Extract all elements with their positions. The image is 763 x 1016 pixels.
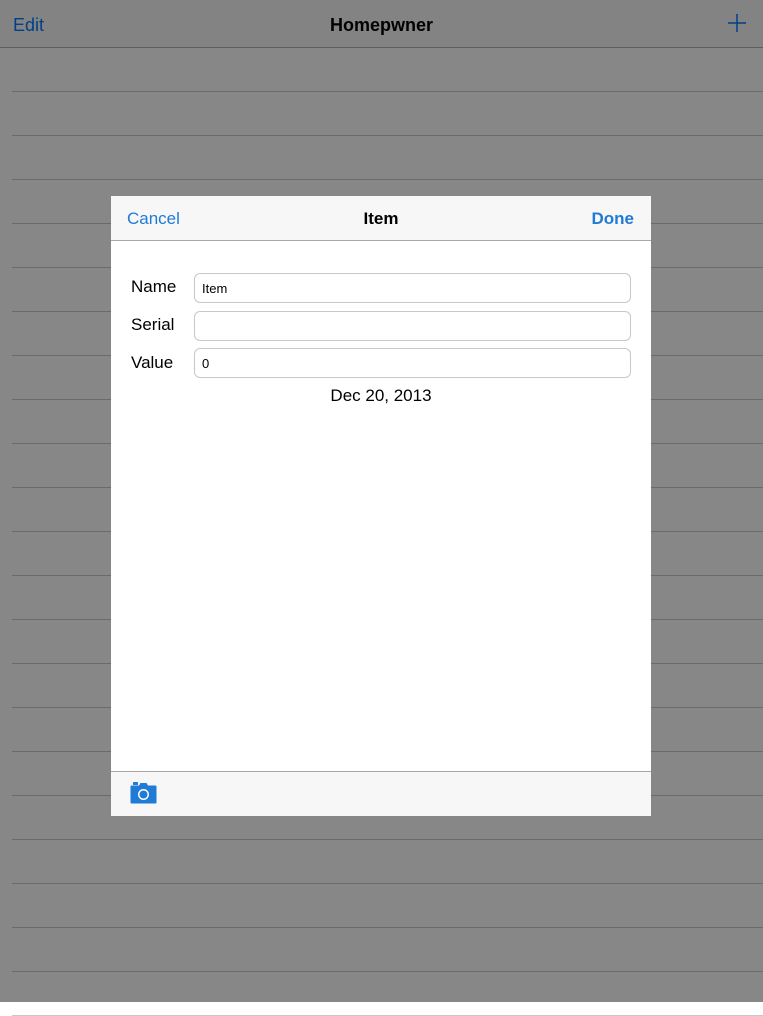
modal-navigation-bar: Cancel Item Done — [111, 196, 651, 241]
date-created-label: Dec 20, 2013 — [330, 386, 432, 405]
serial-label: Serial — [131, 315, 175, 334]
name-field[interactable] — [194, 273, 631, 303]
done-button[interactable]: Done — [592, 209, 635, 229]
modal-title: Item — [363, 209, 399, 228]
camera-icon — [130, 782, 157, 804]
take-picture-button[interactable] — [130, 782, 157, 804]
item-detail-modal: Cancel Item Done Name Serial Value Dec 2… — [111, 196, 651, 816]
serial-field[interactable] — [194, 311, 631, 341]
value-field[interactable] — [194, 348, 631, 378]
name-label: Name — [131, 277, 177, 296]
value-label: Value — [131, 353, 174, 372]
modal-toolbar — [111, 771, 651, 816]
